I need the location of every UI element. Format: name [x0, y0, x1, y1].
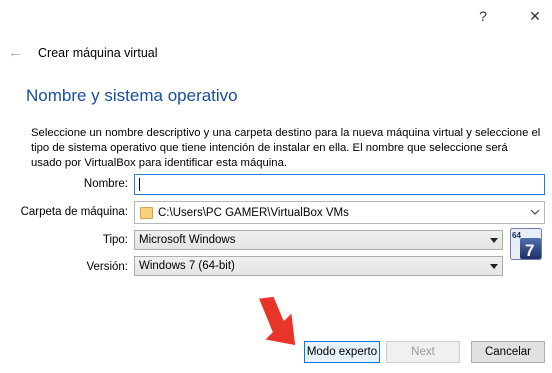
name-label: Nombre: — [83, 178, 128, 190]
type-label: Tipo: — [102, 234, 128, 246]
create-vm-dialog: ? ✕ ← Crear máquina virtual Nombre y sis… — [0, 0, 552, 373]
chevron-down-icon[interactable] — [526, 207, 544, 218]
version-label: Versión: — [86, 261, 128, 273]
svg-text:64: 64 — [512, 231, 521, 240]
os-version-value: Windows 7 (64-bit) — [139, 260, 235, 272]
dropdown-arrow-icon — [486, 236, 502, 245]
machine-folder-combo[interactable]: C:\Users\PC GAMER\VirtualBox VMs — [134, 201, 545, 224]
os-type-value: Microsoft Windows — [139, 234, 236, 246]
back-arrow-icon[interactable]: ← — [8, 44, 24, 61]
wizard-header: ← Crear máquina virtual — [8, 44, 158, 61]
windows-7-64bit-icon: 64 7 — [510, 228, 542, 260]
os-version-select[interactable]: Windows 7 (64-bit) — [134, 256, 503, 276]
close-button[interactable]: ✕ — [528, 6, 542, 26]
os-type-select[interactable]: Microsoft Windows — [134, 230, 503, 250]
name-input[interactable] — [134, 174, 545, 195]
expert-mode-button[interactable]: Modo experto — [304, 341, 380, 363]
wizard-title: Crear máquina virtual — [38, 45, 158, 60]
title-controls: ? ✕ — [476, 6, 542, 26]
red-arrow-icon — [257, 295, 297, 347]
svg-text:7: 7 — [525, 241, 534, 260]
section-title: Nombre y sistema operativo — [26, 86, 238, 105]
folder-label: Carpeta de máquina: — [20, 206, 128, 218]
section-description: Seleccione un nombre descriptivo y una c… — [31, 127, 541, 169]
help-button[interactable]: ? — [476, 6, 490, 26]
machine-folder-path: C:\Users\PC GAMER\VirtualBox VMs — [158, 206, 349, 219]
text-caret — [139, 178, 140, 191]
dropdown-arrow-icon — [486, 262, 502, 271]
next-button[interactable]: Next — [386, 341, 460, 363]
folder-icon — [140, 206, 153, 219]
cancel-button[interactable]: Cancelar — [471, 341, 545, 363]
